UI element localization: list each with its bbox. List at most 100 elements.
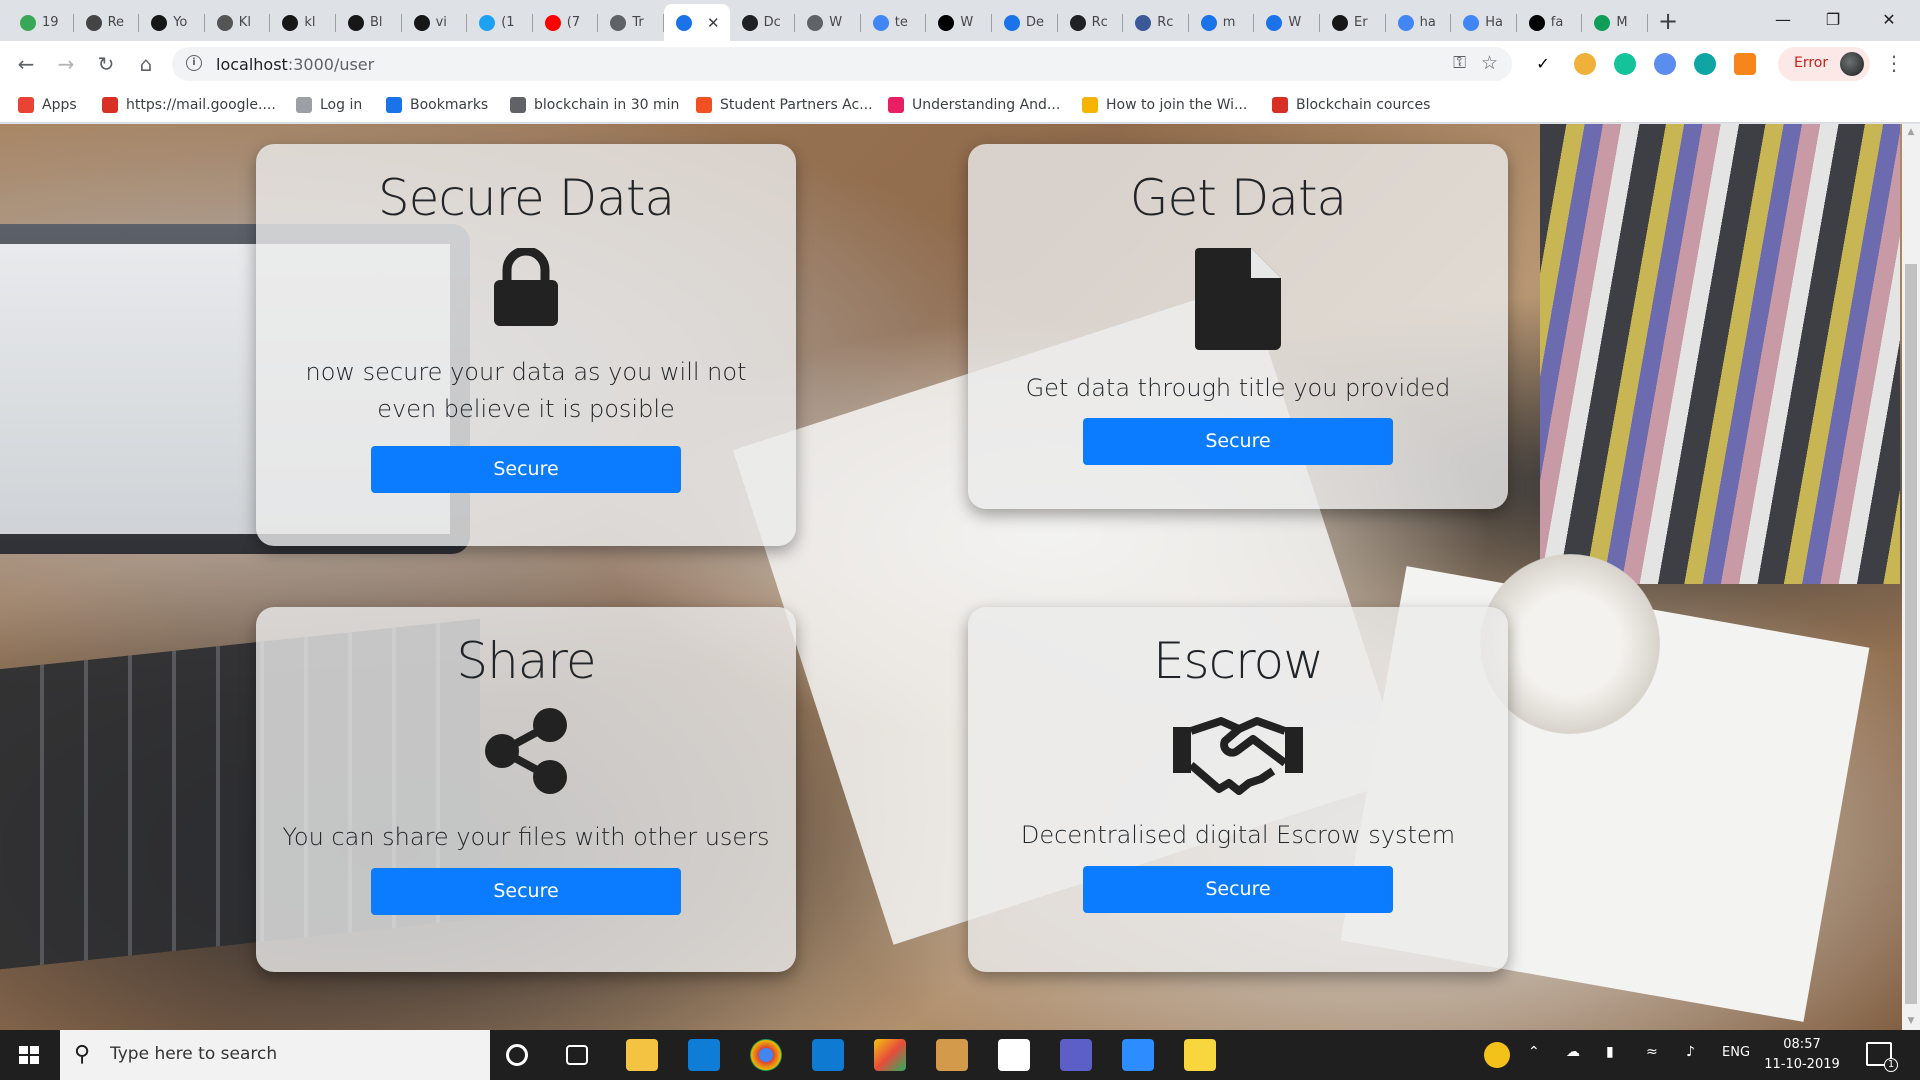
notification-center-icon[interactable]: 1 — [1866, 1042, 1898, 1072]
package-app-icon[interactable] — [936, 1039, 968, 1071]
cortana-icon[interactable] — [506, 1044, 528, 1066]
bookmark-item[interactable]: blockchain in 30 min — [510, 95, 679, 115]
help-icon[interactable] — [1484, 1042, 1510, 1068]
browser-tab[interactable]: vi — [402, 4, 468, 41]
store-icon[interactable] — [998, 1039, 1030, 1071]
browser-tab[interactable]: fa — [1517, 4, 1583, 41]
scrollbar-thumb[interactable] — [1905, 264, 1917, 1004]
lock-icon — [494, 248, 558, 326]
bookmark-item[interactable]: How to join the Wi... — [1082, 95, 1247, 115]
browser-tab[interactable]: (7 — [533, 4, 599, 41]
sticky-notes-icon[interactable] — [1184, 1039, 1216, 1071]
browser-tab[interactable]: Er — [1320, 4, 1386, 41]
clock-date: 11-10-2019 — [1764, 1057, 1840, 1072]
tab-favicon-icon — [282, 14, 299, 31]
browser-tab[interactable]: M — [1582, 4, 1648, 41]
browser-tab[interactable]: Rc — [1058, 4, 1124, 41]
language-indicator[interactable]: ENG — [1722, 1045, 1750, 1060]
bookmark-label: Blockchain cources — [1296, 97, 1431, 113]
tab-label: De — [1026, 15, 1045, 30]
close-window-button[interactable]: ✕ — [1866, 6, 1912, 34]
bookmark-item[interactable]: Blockchain cources — [1272, 95, 1430, 115]
profile-error-button[interactable]: Error — [1778, 47, 1870, 81]
git-app-icon[interactable] — [874, 1039, 906, 1071]
browser-tab[interactable]: W — [795, 4, 861, 41]
metamask-extension-icon[interactable] — [1734, 53, 1756, 75]
browser-tab[interactable]: W — [926, 4, 992, 41]
address-bar[interactable]: i localhost:3000/user ⚿ ☆ — [172, 47, 1512, 81]
teams-icon[interactable] — [1060, 1039, 1092, 1071]
tab-favicon-icon — [1332, 14, 1348, 31]
bookmark-item[interactable]: Student Partners Ac... — [696, 95, 873, 115]
new-tab-button[interactable]: + — [1654, 8, 1682, 36]
browser-tab[interactable]: Kl — [205, 4, 271, 41]
security-app-icon[interactable] — [688, 1039, 720, 1071]
key-icon[interactable]: ⚿ — [1453, 53, 1466, 73]
forward-button[interactable]: → — [52, 50, 80, 78]
feather-extension-icon[interactable] — [1654, 53, 1676, 75]
browser-tab[interactable]: Yo — [139, 4, 205, 41]
refresh-extension-icon[interactable] — [1694, 53, 1716, 75]
show-hidden-icons-icon[interactable]: ⌃ — [1528, 1044, 1540, 1060]
bookmark-item[interactable]: Bookmarks — [386, 95, 488, 115]
browser-tab[interactable]: (1 — [467, 4, 533, 41]
browser-tab[interactable]: Bl — [336, 4, 402, 41]
reload-button[interactable]: ↻ — [92, 50, 120, 78]
browser-tab[interactable]: 19 — [8, 4, 74, 41]
minimize-button[interactable]: — — [1760, 6, 1806, 34]
cookie-extension-icon[interactable] — [1574, 53, 1596, 75]
secure-button[interactable]: Secure — [371, 868, 681, 915]
browser-tab[interactable]: te — [861, 4, 927, 41]
browser-tab[interactable]: Ha — [1451, 4, 1517, 41]
zoom-icon[interactable] — [1122, 1039, 1154, 1071]
grammarly-extension-icon[interactable] — [1614, 53, 1636, 75]
back-button[interactable]: ← — [12, 50, 40, 78]
browser-tab[interactable]: kl — [270, 4, 336, 41]
home-button[interactable]: ⌂ — [132, 50, 160, 78]
bookmark-item[interactable]: Understanding And... — [888, 95, 1060, 115]
site-info-icon[interactable]: i — [186, 55, 202, 71]
start-button[interactable] — [0, 1030, 58, 1080]
windows-taskbar: ⚲ Type here to search ⌃ ☁ ▮ ≈ ♪ ENG 08:5… — [0, 1030, 1920, 1080]
browser-tab[interactable]: Rc — [1123, 4, 1189, 41]
battery-icon[interactable]: ▮ — [1606, 1044, 1614, 1060]
browser-tab[interactable]: ha — [1386, 4, 1452, 41]
secure-button[interactable]: Secure — [1083, 866, 1393, 913]
scroll-down-icon[interactable]: ▼ — [1902, 1013, 1920, 1030]
browser-tab[interactable]: Tr — [598, 4, 664, 41]
browser-tab[interactable]: m — [1189, 4, 1255, 41]
search-placeholder: Type here to search — [110, 1044, 278, 1064]
vertical-scrollbar[interactable]: ▲ ▼ — [1902, 124, 1920, 1030]
tab-favicon-icon — [610, 14, 627, 31]
bookmark-item[interactable]: https://mail.google.... — [102, 95, 276, 115]
secure-button[interactable]: Secure — [1083, 418, 1393, 465]
page-viewport: Secure Data now secure your data as you … — [0, 124, 1902, 1030]
onedrive-icon[interactable]: ☁ — [1566, 1044, 1580, 1060]
secure-button[interactable]: Secure — [371, 446, 681, 493]
checkmark-extension-icon[interactable]: ✓ — [1532, 53, 1554, 75]
browser-tab[interactable]: De — [992, 4, 1058, 41]
browser-menu-icon[interactable]: ⋮ — [1884, 49, 1904, 77]
browser-tab[interactable]: Re — [74, 4, 140, 41]
tab-close-icon[interactable]: ✕ — [707, 14, 720, 32]
wifi-icon[interactable]: ≈ — [1646, 1044, 1658, 1060]
volume-icon[interactable]: ♪ — [1686, 1044, 1695, 1060]
forward-arrow-icon: → — [57, 52, 75, 76]
bookmark-star-icon[interactable]: ☆ — [1481, 52, 1498, 74]
tab-active[interactable]: ✕ — [664, 4, 730, 41]
vscode-icon[interactable] — [812, 1039, 844, 1071]
file-explorer-icon[interactable] — [626, 1039, 658, 1071]
browser-tab[interactable]: W — [1254, 4, 1320, 41]
taskbar-search[interactable]: ⚲ Type here to search — [60, 1030, 490, 1080]
scroll-up-icon[interactable]: ▲ — [1902, 124, 1920, 141]
bookmark-item[interactable]: Log in — [296, 95, 362, 115]
bookmark-item[interactable]: Apps — [18, 95, 77, 115]
browser-tab[interactable]: Dc — [730, 4, 796, 41]
clock[interactable]: 08:57 11-10-2019 — [1762, 1035, 1842, 1075]
play-icon — [888, 97, 904, 113]
chrome-icon[interactable] — [750, 1039, 782, 1071]
task-view-icon[interactable] — [566, 1045, 588, 1065]
restore-button[interactable]: ❐ — [1810, 6, 1856, 34]
tab-label: 19 — [42, 15, 59, 30]
tab-label: M — [1616, 15, 1628, 30]
